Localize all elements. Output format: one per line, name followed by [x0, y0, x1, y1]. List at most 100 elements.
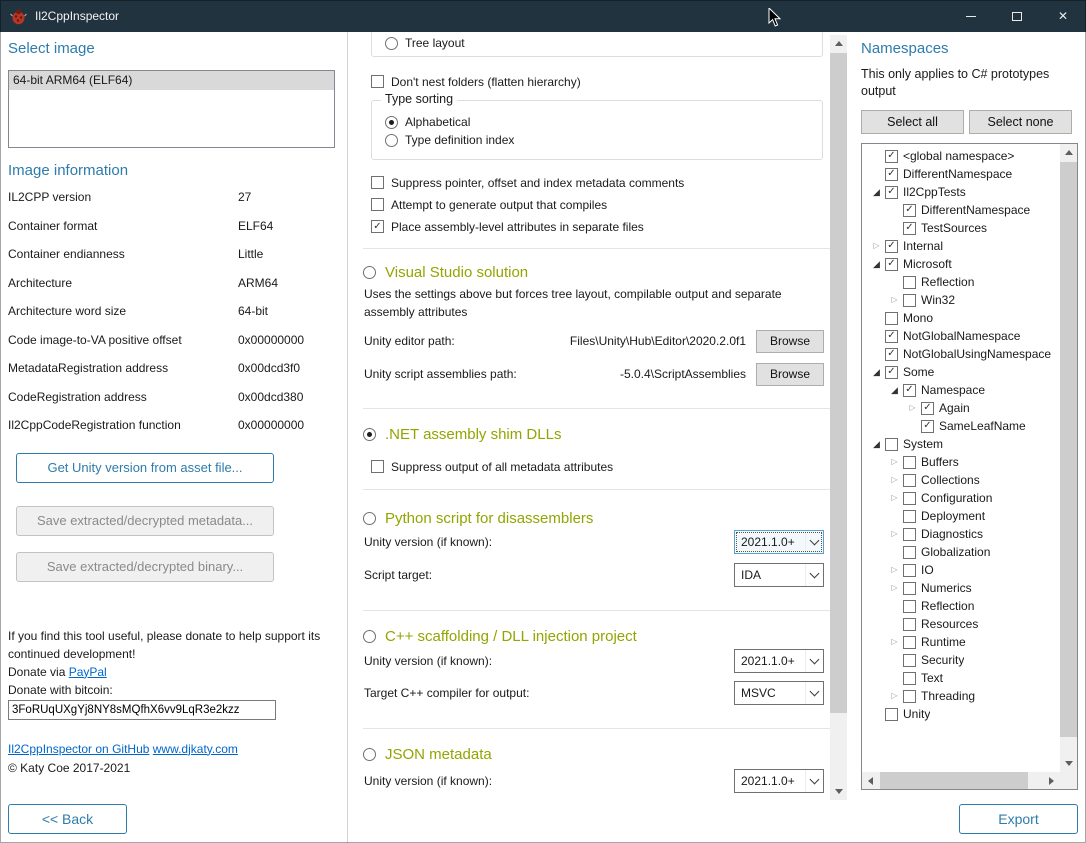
namespace-tree-item[interactable]: ▷Collections [862, 471, 1060, 489]
expand-expander-icon[interactable]: ▷ [886, 584, 903, 592]
namespace-checkbox[interactable] [885, 312, 898, 325]
namespace-checkbox[interactable] [903, 384, 916, 397]
expand-expander-icon[interactable]: ▷ [886, 638, 903, 646]
namespace-tree-item[interactable]: ◢Some [862, 363, 1060, 381]
namespace-checkbox[interactable] [885, 240, 898, 253]
namespace-tree-item[interactable]: Security [862, 651, 1060, 669]
namespace-tree-item[interactable]: Resources [862, 615, 1060, 633]
json-metadata-radio[interactable] [363, 748, 376, 761]
namespace-tree-item[interactable]: Reflection [862, 597, 1060, 615]
namespace-tree-item[interactable]: Globalization [862, 543, 1060, 561]
scroll-left-icon[interactable] [862, 772, 879, 789]
expand-expander-icon[interactable]: ▷ [886, 458, 903, 466]
namespace-checkbox[interactable] [903, 582, 916, 595]
namespace-checkbox[interactable] [921, 402, 934, 415]
scrollbar-thumb[interactable] [1060, 162, 1077, 737]
maximize-button[interactable] [994, 0, 1040, 32]
namespace-checkbox[interactable] [903, 222, 916, 235]
namespace-checkbox[interactable] [903, 636, 916, 649]
type-definition-index-radio[interactable] [385, 134, 398, 147]
expand-expander-icon[interactable]: ▷ [886, 476, 903, 484]
suppress-comments-checkbox[interactable] [371, 176, 384, 189]
scroll-right-icon[interactable] [1043, 772, 1060, 789]
namespace-tree-item[interactable]: ◢Namespace [862, 381, 1060, 399]
namespace-tree-item[interactable]: SameLeafName [862, 417, 1060, 435]
tree-layout-radio[interactable] [385, 37, 398, 50]
compilable-output-checkbox[interactable] [371, 198, 384, 211]
minimize-button[interactable] [948, 0, 994, 32]
namespace-tree-item[interactable]: DifferentNamespace [862, 165, 1060, 183]
output-panel-scrollbar[interactable] [830, 35, 847, 800]
namespace-tree-item[interactable]: Deployment [862, 507, 1060, 525]
namespace-tree-item[interactable]: Unity [862, 705, 1060, 723]
namespace-tree-item[interactable]: Text [862, 669, 1060, 687]
expand-expander-icon[interactable]: ▷ [886, 296, 903, 304]
image-listbox[interactable]: 64-bit ARM64 (ELF64) [8, 70, 335, 148]
namespace-checkbox[interactable] [903, 276, 916, 289]
namespace-tree-item[interactable]: ▷IO [862, 561, 1060, 579]
namespace-tree-item[interactable]: ▷Buffers [862, 453, 1060, 471]
namespace-checkbox[interactable] [903, 654, 916, 667]
namespace-tree-item[interactable]: ◢System [862, 435, 1060, 453]
save-metadata-button[interactable]: Save extracted/decrypted metadata... [16, 506, 274, 536]
scrollbar-thumb[interactable] [830, 53, 847, 713]
cpp-unity-version-select[interactable]: 2021.1.0+ [734, 649, 824, 673]
back-button[interactable]: << Back [8, 804, 127, 834]
alphabetical-radio[interactable] [385, 116, 398, 129]
scroll-up-icon[interactable] [830, 35, 847, 52]
namespace-tree-item[interactable]: ▷Internal [862, 237, 1060, 255]
cpp-compiler-select[interactable]: MSVC [734, 681, 824, 705]
browse-editor-path-button[interactable]: Browse [756, 330, 824, 353]
visual-studio-radio[interactable] [363, 266, 376, 279]
namespace-checkbox[interactable] [903, 510, 916, 523]
scroll-down-icon[interactable] [1060, 755, 1077, 772]
namespace-checkbox[interactable] [903, 564, 916, 577]
expand-expander-icon[interactable]: ▷ [886, 494, 903, 502]
scrollbar-thumb[interactable] [880, 772, 1028, 789]
expand-expander-icon[interactable]: ▷ [904, 404, 921, 412]
namespace-tree-item[interactable]: Reflection [862, 273, 1060, 291]
namespace-checkbox[interactable] [903, 474, 916, 487]
namespace-checkbox[interactable] [885, 366, 898, 379]
namespace-tree-item[interactable]: ◢Il2CppTests [862, 183, 1060, 201]
namespace-checkbox[interactable] [885, 258, 898, 271]
separate-attributes-checkbox[interactable] [371, 220, 384, 233]
website-link[interactable]: www.djkaty.com [153, 740, 238, 759]
namespace-tree-item[interactable]: ▷Threading [862, 687, 1060, 705]
save-binary-button[interactable]: Save extracted/decrypted binary... [16, 552, 274, 582]
github-link[interactable]: Il2CppInspector on GitHub [8, 740, 149, 759]
json-unity-version-select[interactable]: 2021.1.0+ [734, 769, 824, 793]
script-target-select[interactable]: IDA [734, 563, 824, 587]
expand-expander-icon[interactable]: ▷ [886, 566, 903, 574]
namespace-checkbox[interactable] [903, 204, 916, 217]
namespace-checkbox[interactable] [903, 456, 916, 469]
namespace-tree-item[interactable]: TestSources [862, 219, 1060, 237]
namespace-tree-item[interactable]: ▷Diagnostics [862, 525, 1060, 543]
namespace-tree-item[interactable]: Mono [862, 309, 1060, 327]
export-button[interactable]: Export [959, 804, 1078, 834]
namespace-checkbox[interactable] [885, 708, 898, 721]
namespace-checkbox[interactable] [903, 528, 916, 541]
namespace-checkbox[interactable] [903, 294, 916, 307]
close-button[interactable]: ✕ [1040, 0, 1086, 32]
tree-vertical-scrollbar[interactable] [1060, 144, 1077, 772]
collapse-expander-icon[interactable]: ◢ [868, 368, 885, 377]
flatten-hierarchy-checkbox[interactable] [371, 75, 384, 88]
namespace-checkbox[interactable] [903, 672, 916, 685]
suppress-metadata-attributes-checkbox[interactable] [371, 460, 384, 473]
namespace-checkbox[interactable] [885, 150, 898, 163]
namespace-checkbox[interactable] [885, 348, 898, 361]
namespace-tree-item[interactable]: ▷Configuration [862, 489, 1060, 507]
namespace-checkbox[interactable] [903, 618, 916, 631]
namespace-checkbox[interactable] [885, 186, 898, 199]
namespace-tree-item[interactable]: NotGlobalUsingNamespace [862, 345, 1060, 363]
select-none-button[interactable]: Select none [969, 110, 1072, 134]
namespace-tree-item[interactable]: DifferentNamespace [862, 201, 1060, 219]
collapse-expander-icon[interactable]: ◢ [868, 188, 885, 197]
namespace-checkbox[interactable] [921, 420, 934, 433]
namespace-checkbox[interactable] [903, 600, 916, 613]
namespace-checkbox[interactable] [903, 492, 916, 505]
get-unity-version-button[interactable]: Get Unity version from asset file... [16, 453, 274, 483]
namespace-tree-item[interactable]: ▷Again [862, 399, 1060, 417]
image-list-item[interactable]: 64-bit ARM64 (ELF64) [9, 71, 334, 90]
